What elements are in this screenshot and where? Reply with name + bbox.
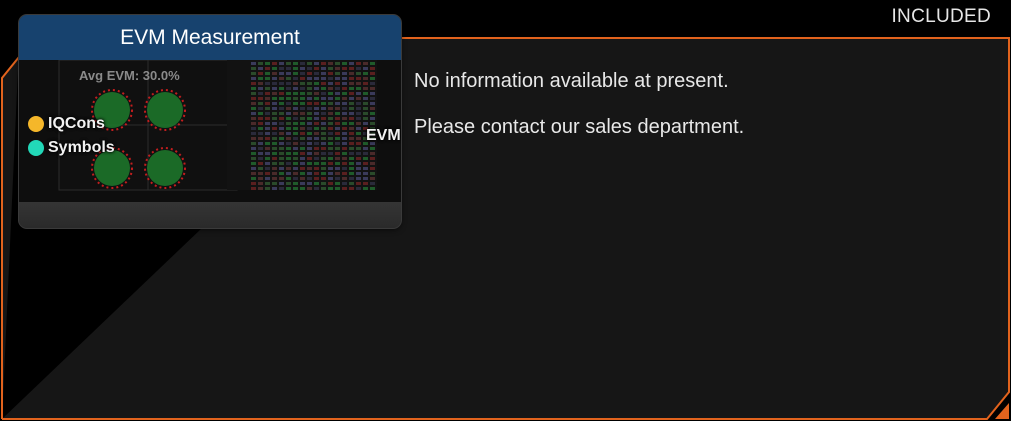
input-port-iqcons[interactable]: IQCons [28,115,105,133]
symbols-port-dot[interactable] [28,140,44,156]
iqcons-port-dot[interactable] [28,116,44,132]
evm-measurement-node[interactable]: EVM Measurement Avg EVM: 30.0% IQCons Sy… [19,15,401,228]
info-text-1: No information available at present. [414,70,729,92]
info-text-2: Please contact our sales department. [414,116,745,138]
node-title: EVM Measurement [19,15,401,61]
node-footer [19,202,401,228]
evm-port-label: EVM [366,127,401,144]
preview-caption: Avg EVM: 30.0% [79,68,180,83]
iqcons-port-label: IQCons [48,115,105,132]
output-port-evm[interactable]: EVM [366,127,401,145]
input-port-symbols[interactable]: Symbols [28,139,115,157]
symbols-port-label: Symbols [48,139,115,156]
